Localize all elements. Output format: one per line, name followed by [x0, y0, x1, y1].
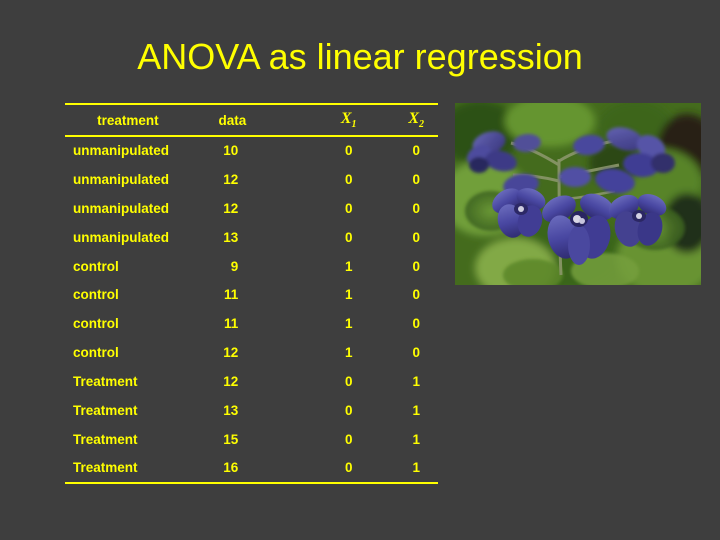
cell-treatment: Treatment [73, 431, 138, 447]
column-header-x1: X1 [310, 104, 380, 136]
table-row: Treatment 16 0 1 [65, 454, 438, 483]
cell-treatment: Treatment [73, 460, 138, 476]
cell-x1: 0 [344, 460, 353, 476]
cell-x2: 0 [412, 345, 420, 361]
cell-x2: 0 [412, 200, 420, 216]
table-row: unmanipulated 13 0 0 [65, 223, 438, 252]
table-row: control 11 1 0 [65, 280, 438, 309]
cell-treatment: Treatment [73, 374, 138, 390]
cell-x1: 1 [344, 345, 353, 361]
table-row: unmanipulated 10 0 0 [65, 136, 438, 165]
column-header-x2-subscript: 2 [419, 119, 424, 131]
cell-data: 11 [223, 287, 239, 303]
cell-x2: 0 [412, 171, 420, 187]
cell-x1: 0 [344, 143, 353, 159]
table-row: Treatment 15 0 1 [65, 425, 438, 454]
cell-data: 12 [223, 200, 239, 216]
flower-photo [455, 103, 701, 285]
table-row: control 12 1 0 [65, 338, 438, 367]
cell-x1: 0 [344, 229, 353, 245]
column-header-treatment: treatment [97, 112, 159, 128]
cell-x2: 0 [412, 143, 420, 159]
table-header-row: treatment data X1 X2 [65, 104, 438, 136]
page-title: ANOVA as linear regression [137, 36, 583, 77]
anova-data-table: treatment data X1 X2 unmanipulated 10 0 … [65, 103, 438, 484]
cell-data: 10 [223, 143, 239, 159]
column-header-x1-subscript: 1 [351, 119, 357, 131]
cell-treatment: control [73, 287, 119, 303]
cell-treatment: unmanipulated [73, 143, 170, 159]
cell-treatment: unmanipulated [73, 229, 170, 245]
column-header-x2-symbol: X [408, 109, 419, 127]
column-header-x1-symbol: X [340, 109, 352, 127]
cell-x1: 0 [344, 171, 353, 187]
cell-treatment: control [73, 258, 119, 274]
flower-photo-image [455, 103, 701, 285]
cell-data: 9 [230, 258, 239, 274]
cell-treatment: unmanipulated [73, 171, 170, 187]
table-row: Treatment 13 0 1 [65, 396, 438, 425]
table-head: treatment data X1 X2 [65, 104, 438, 136]
cell-data: 11 [223, 316, 239, 332]
cell-x2: 0 [412, 287, 420, 303]
table-row: control 11 1 0 [65, 309, 438, 338]
cell-treatment: Treatment [73, 402, 138, 418]
cell-x1: 1 [344, 316, 353, 332]
cell-treatment: control [73, 316, 119, 332]
cell-data: 13 [223, 402, 239, 418]
cell-data: 16 [223, 460, 239, 476]
cell-treatment: control [73, 345, 119, 361]
cell-x1: 1 [344, 287, 353, 303]
table-row: unmanipulated 12 0 0 [65, 194, 438, 223]
cell-x1: 0 [344, 402, 353, 418]
column-header-data: data [218, 112, 247, 128]
cell-x1: 0 [344, 374, 353, 390]
cell-data: 15 [223, 431, 239, 447]
table-row: unmanipulated 12 0 0 [65, 165, 438, 194]
table-row: control 9 1 0 [65, 252, 438, 281]
cell-x2: 1 [412, 374, 420, 390]
cell-x1: 1 [344, 258, 353, 274]
cell-x2: 1 [412, 460, 420, 476]
cell-data: 13 [223, 229, 239, 245]
cell-data: 12 [223, 374, 239, 390]
table-body: unmanipulated 10 0 0 unmanipulated 12 0 … [65, 136, 438, 483]
cell-x2: 0 [412, 229, 420, 245]
cell-x2: 1 [412, 431, 420, 447]
cell-data: 12 [223, 171, 239, 187]
table-row: Treatment 12 0 1 [65, 367, 438, 396]
cell-x2: 1 [412, 402, 420, 418]
cell-x2: 0 [412, 258, 420, 274]
cell-x1: 0 [344, 200, 353, 216]
cell-data: 12 [223, 345, 239, 361]
column-header-x2: X2 [380, 104, 438, 136]
slide-canvas: ANOVA as linear regression treatment dat… [0, 0, 720, 540]
cell-treatment: unmanipulated [73, 200, 170, 216]
cell-x1: 0 [344, 431, 353, 447]
cell-x2: 0 [412, 316, 420, 332]
